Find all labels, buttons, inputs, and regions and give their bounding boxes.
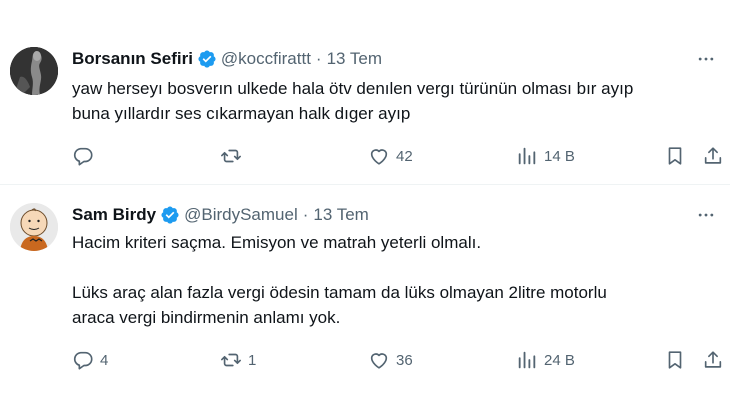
tweet-text-line: yaw herseyı bosverın ulkede hala ötv den… [72,79,634,98]
tweet-date[interactable]: 13 Tem [327,49,382,69]
display-name[interactable]: Sam Birdy [72,205,156,225]
tweet-date[interactable]: 13 Tem [313,205,368,225]
share-icon [704,351,722,368]
views-count: 14 B [544,147,575,165]
tweet-text-line: Hacim kriteri saçma. Emisyon ve matrah y… [72,233,482,252]
avatar[interactable] [10,203,58,251]
retweet-count: 1 [248,351,257,369]
bookmark-icon [668,147,682,165]
retweet-button[interactable] [220,144,248,168]
reply-button[interactable]: 4 [72,348,108,372]
share-icon [704,147,722,164]
views-count: 24 B [544,351,575,369]
views-chart-icon [518,351,536,369]
tweet-text-line: buna yıllardır ses cıkarmayan halk dıger… [72,104,411,123]
tweet[interactable]: Sam Birdy @BirdySamuel · 13 Tem Hacim kr… [0,185,730,420]
reply-icon [73,147,93,166]
like-button[interactable]: 42 [368,144,413,168]
display-name[interactable]: Borsanın Sefiri [72,49,193,69]
tweet-text: Hacim kriteri saçma. Emisyon ve matrah y… [72,230,722,330]
more-options-button[interactable] [694,203,718,227]
tweet-actions: 42 14 B [72,144,730,168]
share-button[interactable] [702,348,724,372]
tweet-text-line: araca vergi bindirmenin anlamı yok. [72,308,341,327]
retweet-icon [221,353,241,367]
tweet-actions: 4 1 36 24 B [72,348,730,372]
avatar[interactable] [10,47,58,95]
more-dots-icon [698,213,714,217]
views-button[interactable]: 14 B [516,144,575,168]
verified-badge-icon [197,49,217,69]
verified-badge-icon [160,205,180,225]
avatar-image-icon [10,203,58,251]
tweet[interactable]: Borsanın Sefiri @koccfirattt · 13 Tem ya… [0,0,730,184]
like-count: 42 [396,147,413,165]
heart-icon [370,149,388,165]
bookmark-icon [668,351,682,369]
tweet-text-line: Lüks araç alan fazla vergi ödesin tamam … [72,283,607,302]
separator-dot: · [315,49,322,68]
user-handle[interactable]: @koccfirattt [221,49,311,69]
user-handle[interactable]: @BirdySamuel [184,205,298,225]
tweet-header: Sam Birdy @BirdySamuel · 13 Tem [72,203,369,227]
separator-dot: · [302,205,309,224]
reply-icon [73,351,93,370]
bookmark-button[interactable] [664,348,686,372]
more-options-button[interactable] [694,47,718,71]
views-chart-icon [518,147,536,165]
share-button[interactable] [702,144,724,168]
tweet-text: yaw herseyı bosverın ulkede hala ötv den… [72,76,722,126]
more-dots-icon [698,57,714,61]
like-button[interactable]: 36 [368,348,413,372]
retweet-button[interactable]: 1 [220,348,256,372]
tweet-header: Borsanın Sefiri @koccfirattt · 13 Tem [72,47,382,71]
reply-count: 4 [100,351,109,369]
heart-icon [370,353,388,369]
views-button[interactable]: 24 B [516,348,575,372]
bookmark-button[interactable] [664,144,686,168]
retweet-icon [221,149,241,163]
avatar-image-icon [10,47,58,95]
reply-button[interactable] [72,144,100,168]
like-count: 36 [396,351,413,369]
